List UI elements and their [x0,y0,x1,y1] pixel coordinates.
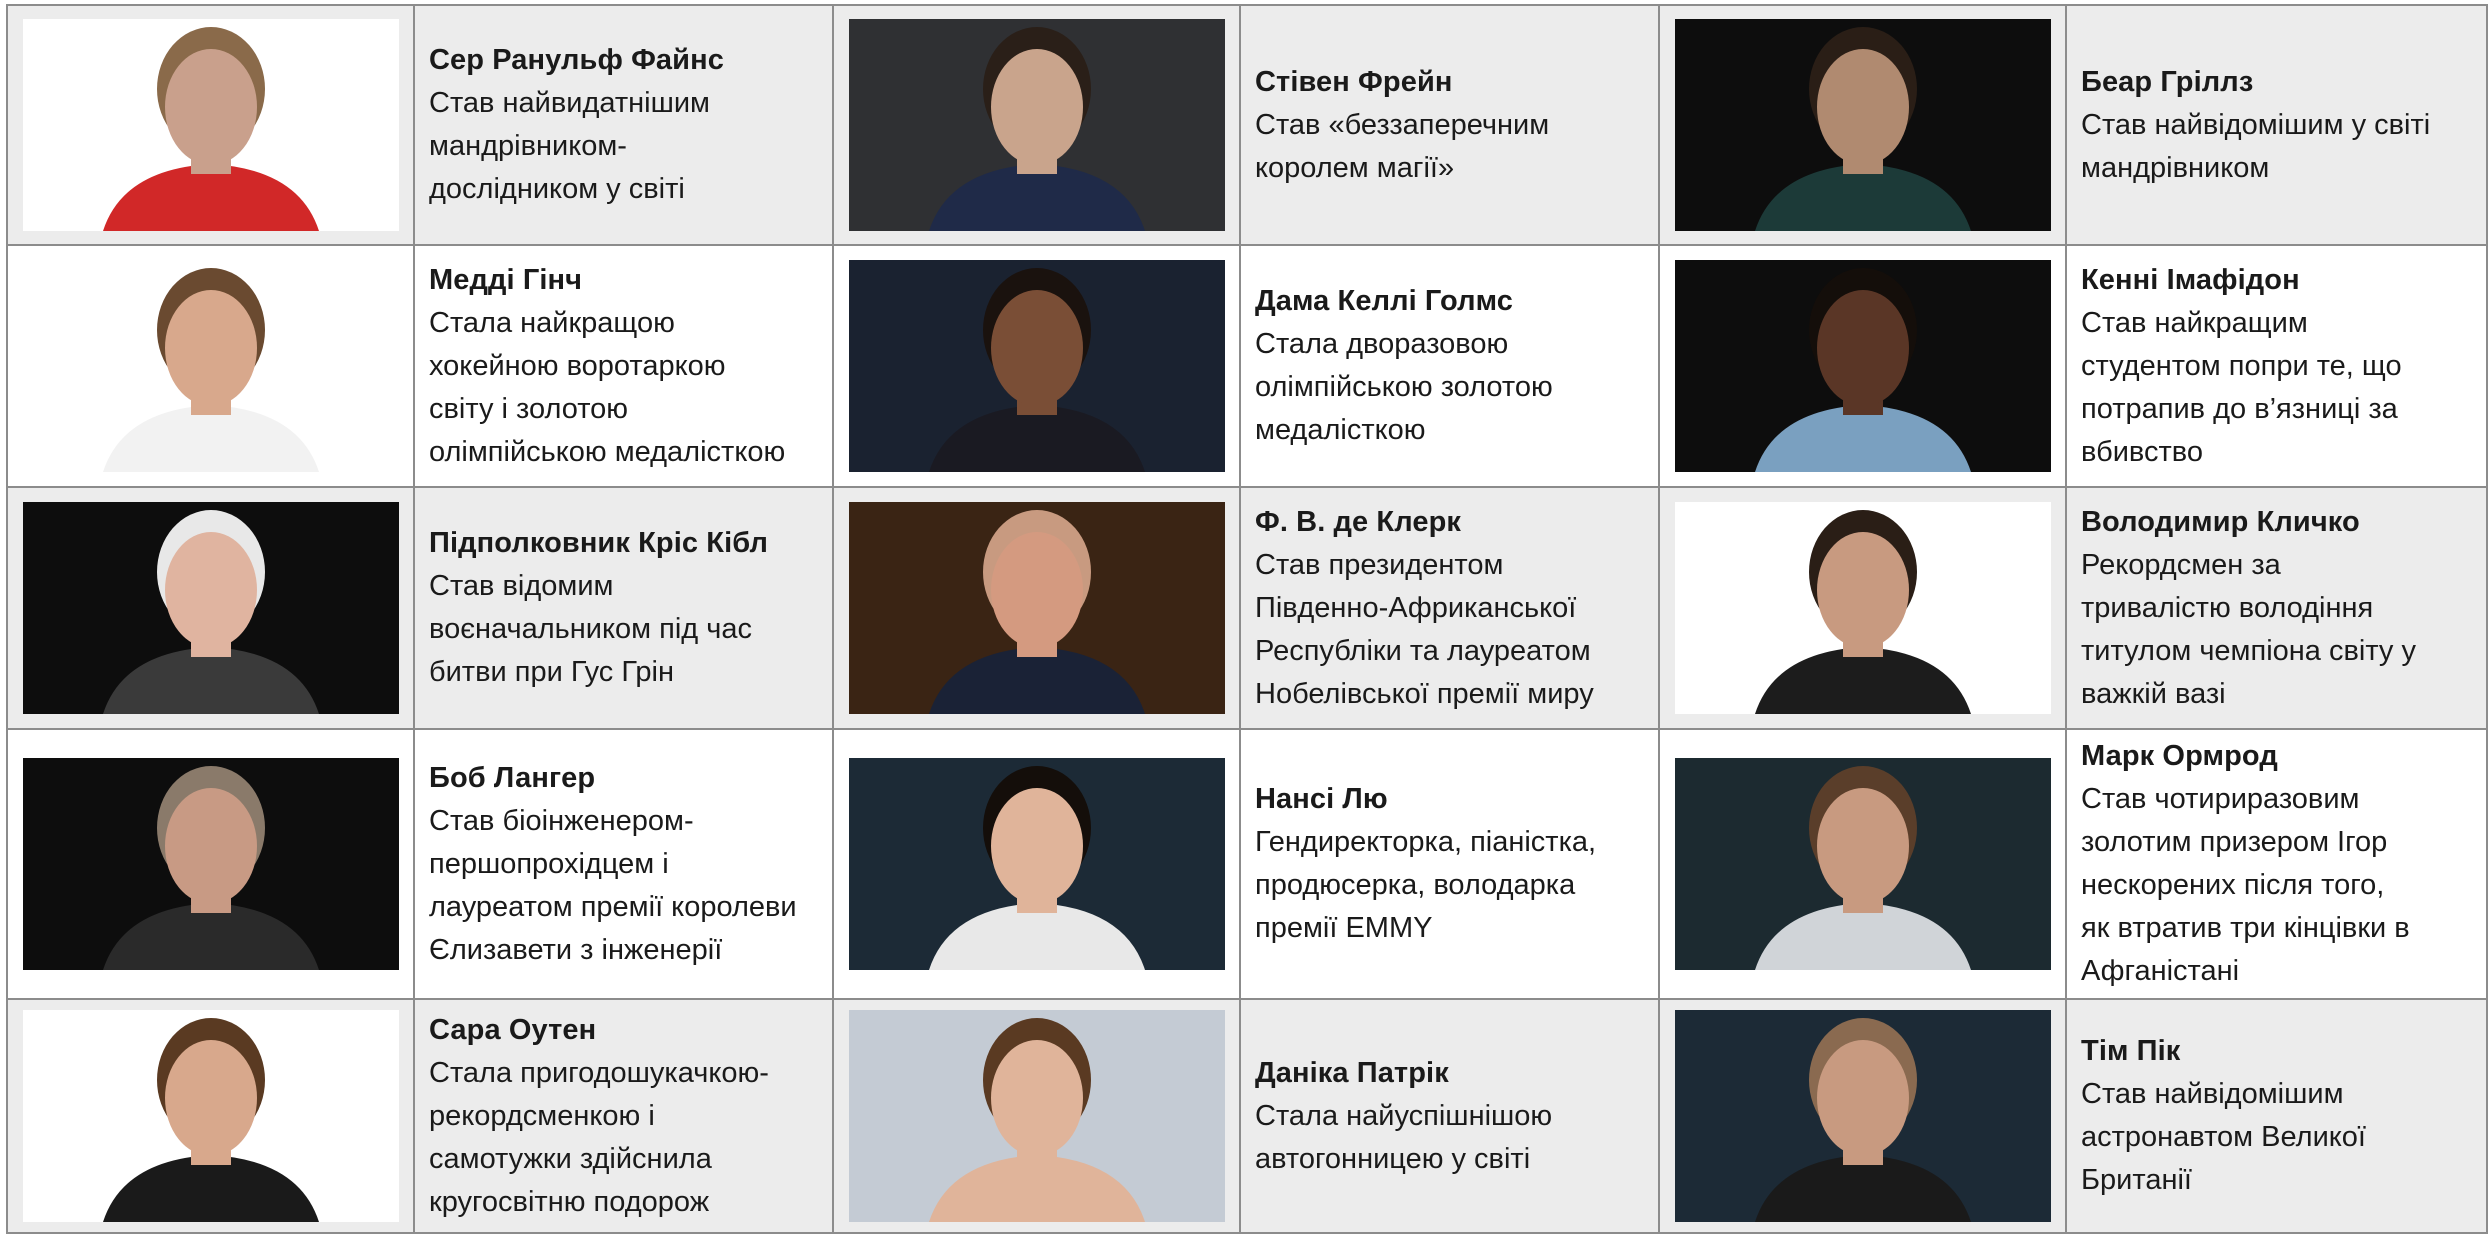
person-name: Медді Гінч [429,263,583,296]
person-description: Став найкращим студентом попри те, що по… [2081,306,2402,468]
portrait-photo [848,758,1225,970]
portrait-photo [22,502,399,714]
portrait-photo [1674,260,2051,472]
person-name: Сара Оутен [429,1013,597,1046]
person-name: Даніка Патрік [1255,1056,1449,1089]
portrait-cell [8,6,415,246]
person-info-cell: Тім Пік Став найвідомішим астронавтом Вел… [2067,1000,2488,1234]
person-description: Рекордсмен за тривалістю володіння титул… [2081,548,2416,710]
person-description: Став найвідомішим у світі мандрівником [2081,108,2431,184]
portrait-photo [1674,758,2051,970]
portrait-photo [22,260,399,472]
portrait-cell [834,6,1241,246]
portrait-photo [1674,1010,2051,1222]
person-info-cell: Марк Ормрод Став чотириразовим золотим пр… [2067,730,2488,1000]
person-name: Стівен Фрейн [1255,65,1453,98]
portrait-cell [1660,730,2067,1000]
portrait-photo [22,19,399,231]
portrait-photo [848,19,1225,231]
portrait-cell [8,246,415,488]
person-info-cell: Стівен Фрейн Став «беззаперечним королем … [1241,6,1660,246]
portrait-photo [1674,502,2051,714]
person-name: Ф. В. де Клерк [1255,505,1462,538]
person-name: Марк Ормрод [2081,740,2278,772]
person-info-cell: Сер Ранульф Файнс Став найвидатнішим манд… [415,6,834,246]
portrait-photo [848,260,1225,472]
person-info-cell: Кенні Імафідон Став найкращим студентом п… [2067,246,2488,488]
portrait-cell [834,246,1241,488]
person-description: Став «беззаперечним королем магії» [1255,108,1550,184]
person-description: Гендиректорка, піаністка, продюсерка, во… [1255,826,1597,944]
person-description: Став біоінженером- першопрохідцем і лаур… [429,804,797,966]
portrait-cell [8,488,415,730]
portrait-cell [1660,1000,2067,1234]
person-name: Дама Келлі Голмс [1255,285,1514,317]
portrait-cell [834,488,1241,730]
person-name: Нансі Лю [1255,783,1388,815]
portrait-cell [1660,488,2067,730]
portrait-cell [8,1000,415,1234]
portrait-cell [8,730,415,1000]
person-description: Стала дворазовою олімпійською золотою ме… [1255,328,1553,446]
person-name: Підполковник Кріс Кібл [429,527,769,559]
person-name: Боб Лангер [429,761,596,794]
person-info-cell: Боб Лангер Став біоінженером- першопрохід… [415,730,834,1000]
portrait-photo [848,1010,1225,1222]
person-description: Став президентом Південно-Африканської Р… [1255,548,1594,710]
person-info-cell: Беар Гріллз Став найвідомішим у світі ман… [2067,6,2488,246]
person-info-cell: Медді Гінч Стала найкращою хокейною ворот… [415,246,834,488]
portrait-cell [834,730,1241,1000]
person-info-cell: Дама Келлі Голмс Стала дворазовою олімпій… [1241,246,1660,488]
person-name: Беар Гріллз [2081,65,2254,98]
portrait-cell [834,1000,1241,1234]
portrait-cell [1660,246,2067,488]
person-description: Став відомим воєначальником під час битв… [429,570,752,688]
person-description: Став найвідомішим астронавтом Великої Бр… [2081,1078,2366,1196]
person-name: Сер Ранульф Файнс [429,44,724,76]
portrait-photo [22,1010,399,1222]
person-info-cell: Володимир Кличко Рекордсмен за тривалістю… [2067,488,2488,730]
person-name: Тім Пік [2081,1035,2181,1067]
person-description: Стала найкращою хокейною воротаркою світ… [429,306,786,468]
portrait-photo [848,502,1225,714]
person-description: Стала пригодошукачкою- рекордсменкою і с… [429,1056,769,1218]
person-info-cell: Нансі Лю Гендиректорка, піаністка, продюс… [1241,730,1660,1000]
person-info-cell: Сара Оутен Стала пригодошукачкою- рекордс… [415,1000,834,1234]
person-info-cell: Підполковник Кріс Кібл Став відомим воєна… [415,488,834,730]
portrait-photo [22,758,399,970]
person-description: Стала найуспішнішою автогонницею у світі [1255,1099,1553,1175]
person-name: Кенні Імафідон [2081,263,2300,296]
person-description: Став найвидатнішим мандрівником- дослідн… [429,87,710,205]
portrait-photo [1674,19,2051,231]
person-info-cell: Даніка Патрік Стала найуспішнішою автогон… [1241,1000,1660,1234]
people-grid: Сер Ранульф Файнс Став найвидатнішим манд… [6,4,2488,1234]
portrait-cell [1660,6,2067,246]
person-name: Володимир Кличко [2081,505,2360,538]
person-description: Став чотириразовим золотим призером Ігор… [2081,783,2410,987]
person-info-cell: Ф. В. де Клерк Став президентом Південно-… [1241,488,1660,730]
